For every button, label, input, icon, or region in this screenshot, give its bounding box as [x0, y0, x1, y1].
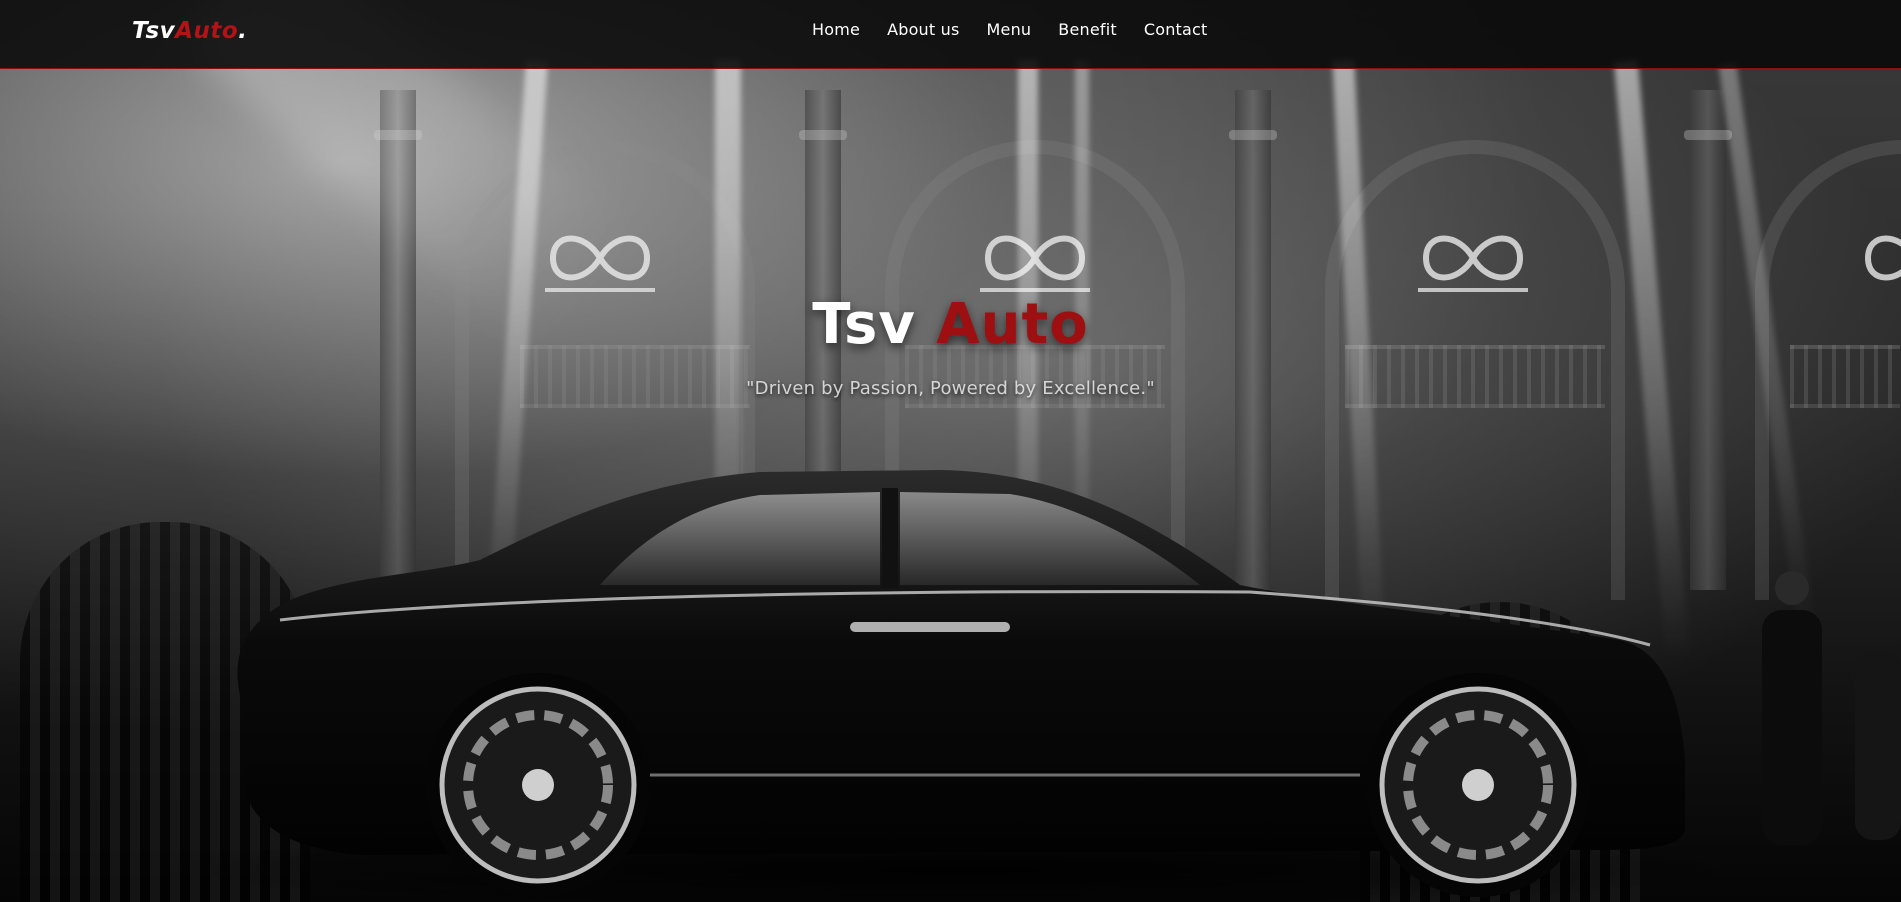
nav-link-home[interactable]: Home	[812, 20, 860, 39]
hero-tagline: "Driven by Passion, Powered by Excellenc…	[746, 378, 1155, 399]
nav-link-contact[interactable]: Contact	[1144, 20, 1208, 39]
car-image	[140, 470, 1901, 902]
hero-title-auto: Auto	[936, 292, 1089, 357]
nav-item-home: Home	[812, 20, 860, 39]
hero-title-tsv: Tsv	[812, 292, 937, 357]
nav-link-about-us[interactable]: About us	[887, 20, 959, 39]
nav-link-menu[interactable]: Menu	[987, 20, 1032, 39]
nav-menu: Home About us Menu Benefit Contact	[812, 20, 1207, 39]
logo-dot: .	[238, 18, 248, 44]
logo-text-auto: Auto	[175, 18, 239, 44]
hero-title: Tsv Auto	[0, 292, 1901, 357]
logo-text-tsv: Tsv	[132, 18, 176, 44]
nav-link-benefit[interactable]: Benefit	[1058, 20, 1117, 39]
top-navbar: TsvAuto. Home About us Menu Benefit Cont…	[0, 0, 1901, 69]
brand-logo[interactable]: TsvAuto.	[132, 18, 247, 44]
nav-item-about: About us	[887, 20, 959, 39]
nav-item-contact: Contact	[1144, 20, 1208, 39]
page: TsvAuto. Home About us Menu Benefit Cont…	[0, 0, 1901, 902]
nav-item-benefit: Benefit	[1058, 20, 1117, 39]
nav-item-menu: Menu	[987, 20, 1032, 39]
